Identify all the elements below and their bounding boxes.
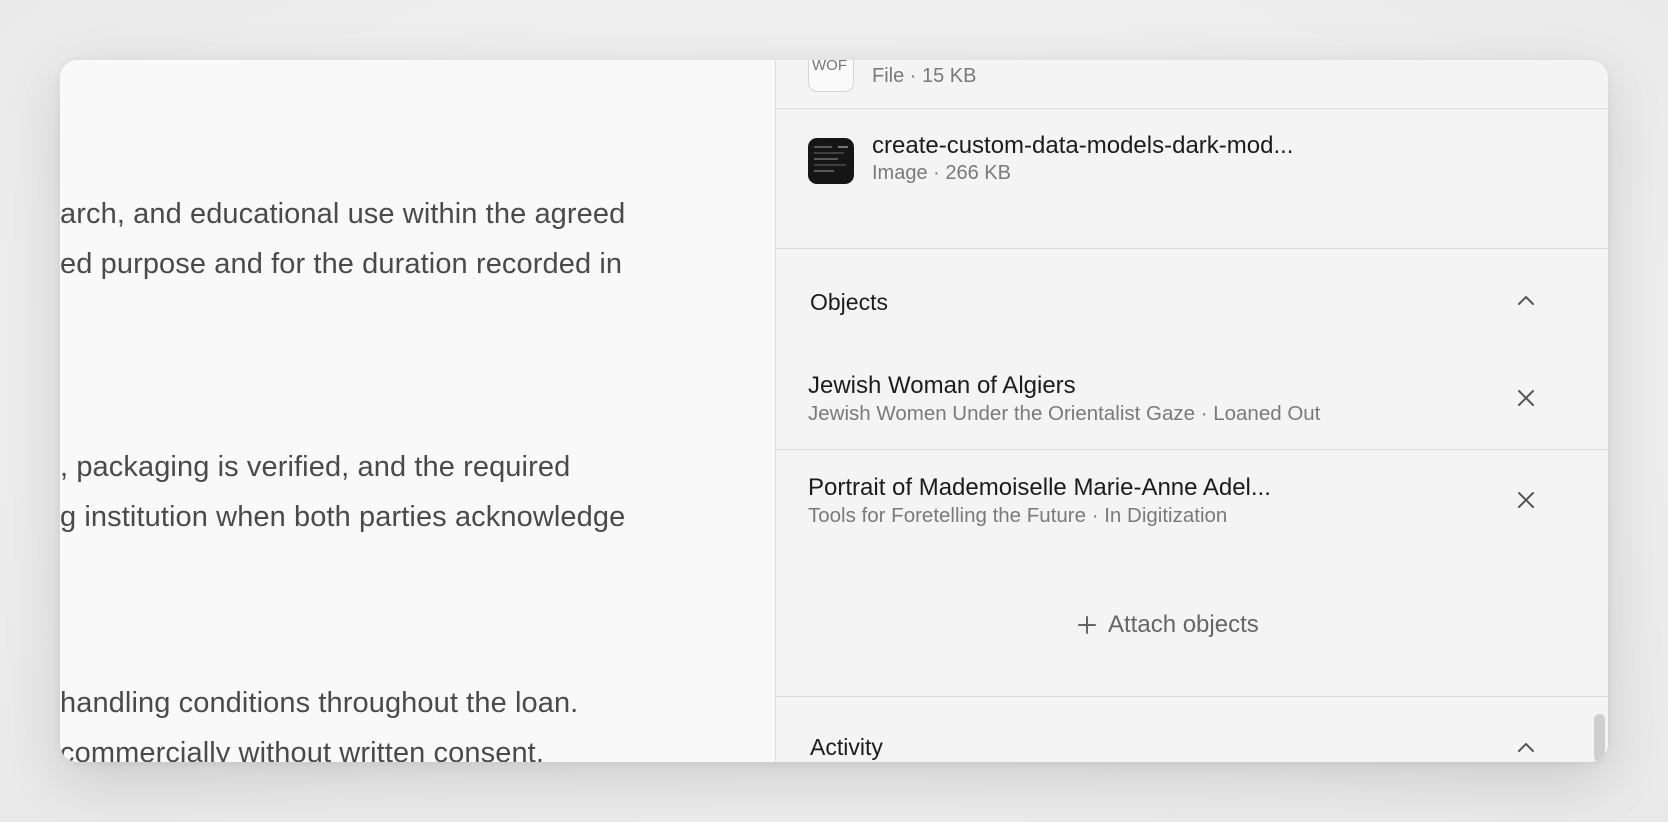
divider [776, 449, 1608, 450]
attach-objects-label: Attach objects [1108, 611, 1259, 638]
document-text-line: g institution when both parties acknowle… [60, 501, 626, 533]
object-subtitle: Jewish Women Under the Orientalist Gaze … [808, 402, 1321, 425]
document-text-line: ed purpose and for the duration recorded… [60, 248, 623, 280]
divider [776, 248, 1608, 249]
document-text-line: , packaging is verified, and the require… [60, 451, 571, 483]
objects-section-title: Objects [810, 289, 888, 315]
plus-icon [1078, 616, 1096, 634]
attach-objects-button[interactable]: Attach objects [1076, 607, 1259, 643]
document-text-line: handling conditions throughout the loan. [60, 687, 579, 719]
file-meta: Image · 266 KB [872, 162, 1011, 184]
activity-section-title: Activity [810, 734, 883, 760]
font-file-thumbnail: WOF [808, 60, 854, 92]
panel-scrollbar-thumb[interactable] [1594, 714, 1605, 762]
document-text-line: arch, and educational use within the agr… [60, 198, 626, 230]
file-thumbnail-label: WOF [812, 60, 847, 74]
side-panel: WOF File · 15 KB create-custom-data-mode… [776, 60, 1608, 762]
remove-object-button[interactable] [1512, 384, 1540, 412]
file-name: create-custom-data-models-dark-mod... [872, 132, 1294, 159]
image-file-thumbnail [808, 138, 854, 184]
document-pane: arch, and educational use within the agr… [60, 60, 775, 762]
remove-object-button[interactable] [1512, 486, 1540, 514]
record-window: arch, and educational use within the agr… [60, 60, 1608, 762]
chevron-up-icon[interactable] [1514, 736, 1538, 760]
close-icon [1518, 492, 1534, 508]
file-meta: File · 15 KB [872, 65, 977, 87]
divider [776, 696, 1608, 697]
object-title: Jewish Woman of Algiers [808, 372, 1076, 399]
close-icon [1518, 390, 1534, 406]
divider [776, 108, 1608, 109]
chevron-up-icon[interactable] [1514, 289, 1538, 313]
object-subtitle: Tools for Foretelling the Future · In Di… [808, 504, 1228, 527]
object-title: Portrait of Mademoiselle Marie-Anne Adel… [808, 474, 1271, 501]
document-text-line: commercially without written consent. [60, 737, 544, 762]
